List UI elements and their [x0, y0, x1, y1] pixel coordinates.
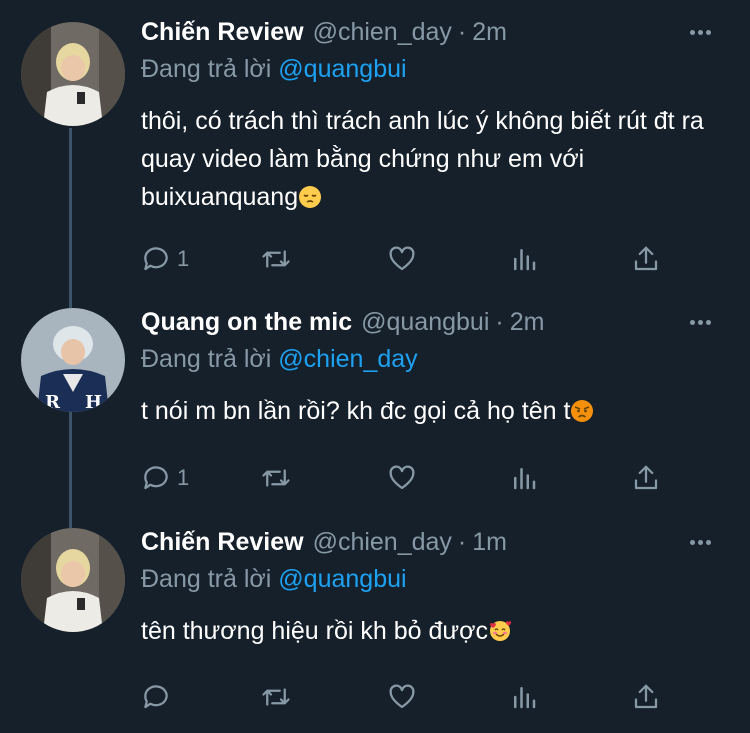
author-name[interactable]: Quang on the mic [141, 308, 352, 337]
avatar[interactable] [21, 22, 125, 126]
timestamp[interactable]: 2m [472, 18, 507, 47]
more-options-icon[interactable] [690, 22, 720, 42]
smiling-face-with-hearts-emoji [488, 616, 512, 641]
share-icon [634, 684, 658, 709]
timestamp[interactable]: 2m [510, 308, 545, 337]
timestamp[interactable]: 1m [472, 528, 507, 557]
analytics-button[interactable] [509, 242, 539, 276]
retweet-button[interactable] [261, 461, 291, 495]
tweet[interactable]: Chiến Review @chien_day · 1m Đang trả lờ… [0, 520, 750, 733]
analytics-button[interactable] [509, 461, 539, 495]
author-handle[interactable]: @chien_day [313, 18, 452, 47]
reply-icon [144, 466, 168, 490]
share-button[interactable] [631, 242, 661, 276]
reply-context: Đang trả lời @quangbui [141, 55, 730, 89]
more-options-icon[interactable] [690, 532, 720, 552]
reply-prefix: Đang trả lời [141, 55, 272, 83]
author-name[interactable]: Chiến Review [141, 528, 304, 557]
tweet[interactable]: R H Quang on the mic @quangbui · 2m Đang… [0, 300, 750, 520]
tweet-body: thôi, có trách thì trách anh lúc ý không… [141, 107, 704, 211]
tweet-body: t nói m bn lần rồi? kh đc gọi cả họ tên … [141, 397, 571, 425]
separator-dot: · [495, 308, 504, 336]
like-button[interactable] [387, 680, 417, 714]
svg-text:R: R [45, 392, 61, 412]
action-bar: 1 [141, 461, 681, 495]
svg-text:H: H [85, 392, 102, 412]
bar-chart-icon [514, 249, 536, 271]
retweet-icon [262, 469, 290, 487]
reply-button[interactable]: 1 [141, 461, 189, 495]
retweet-icon [262, 250, 290, 268]
tweet-text: t nói m bn lần rồi? kh đc gọi cả họ tên … [141, 392, 730, 430]
author-handle[interactable]: @quangbui [361, 308, 489, 337]
action-bar: 1 [141, 242, 681, 276]
bar-chart-icon [514, 468, 536, 490]
reply-icon [144, 247, 168, 271]
reply-prefix: Đang trả lời [141, 565, 272, 593]
tweet-text: thôi, có trách thì trách anh lúc ý không… [141, 102, 730, 216]
author-name[interactable]: Chiến Review [141, 18, 304, 47]
share-icon [634, 246, 658, 271]
bar-chart-icon [514, 687, 536, 709]
reply-icon [144, 685, 168, 709]
retweet-button[interactable] [261, 242, 291, 276]
reply-mention-link[interactable]: @chien_day [278, 345, 417, 373]
reply-mention-link[interactable]: @quangbui [278, 565, 406, 593]
analytics-button[interactable] [509, 680, 539, 714]
retweet-button[interactable] [261, 680, 291, 714]
share-button[interactable] [631, 461, 661, 495]
avatar[interactable] [21, 528, 125, 632]
pensive-face-emoji [298, 182, 322, 208]
reply-context: Đang trả lời @quangbui [141, 565, 730, 599]
tweet[interactable]: Chiến Review @chien_day · 2m Đang trả lờ… [0, 0, 750, 300]
author-handle[interactable]: @chien_day [313, 528, 452, 557]
reply-context: Đang trả lời @chien_day [141, 345, 730, 379]
share-icon [634, 465, 658, 490]
reply-count: 1 [177, 465, 190, 490]
tweet-text: tên thương hiệu rồi kh bỏ được [141, 612, 730, 650]
more-options-icon[interactable] [690, 312, 720, 332]
like-button[interactable] [387, 242, 417, 276]
reply-button[interactable] [141, 680, 177, 714]
like-button[interactable] [387, 461, 417, 495]
heart-icon [389, 684, 415, 709]
action-bar [141, 680, 681, 714]
retweet-icon [262, 688, 290, 706]
heart-icon [389, 246, 415, 271]
angry-face-emoji [570, 396, 594, 422]
avatar[interactable]: R H [21, 308, 125, 412]
reply-button[interactable]: 1 [141, 242, 189, 276]
separator-dot: · [457, 18, 467, 46]
share-button[interactable] [631, 680, 661, 714]
heart-icon [389, 465, 415, 490]
separator-dot: · [457, 528, 467, 556]
reply-count: 1 [177, 246, 190, 271]
tweet-body: tên thương hiệu rồi kh bỏ được [141, 617, 489, 645]
reply-mention-link[interactable]: @quangbui [278, 55, 406, 83]
reply-prefix: Đang trả lời [141, 345, 272, 373]
